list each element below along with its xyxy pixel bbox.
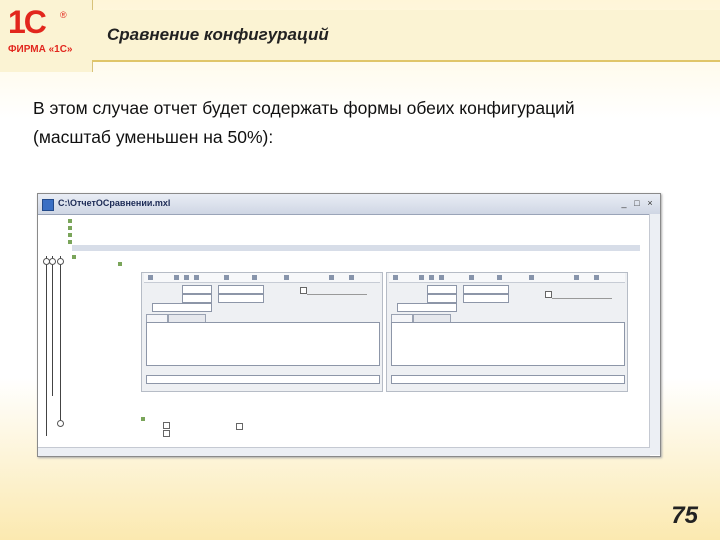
form-checkbox[interactable] xyxy=(236,423,243,430)
body-line-1: В этом случае отчет будет содержать форм… xyxy=(33,98,575,118)
toolbar-icon xyxy=(349,275,354,280)
form-field[interactable] xyxy=(182,294,212,303)
page-number: 75 xyxy=(671,502,698,529)
form-tab[interactable] xyxy=(413,314,451,322)
tree-node-icon[interactable] xyxy=(49,258,56,265)
form-tab[interactable] xyxy=(146,314,168,322)
tree-item[interactable] xyxy=(68,239,108,243)
slide-body-text: В этом случае отчет будет содержать форм… xyxy=(33,94,683,152)
toolbar-icon xyxy=(574,275,579,280)
form-field[interactable] xyxy=(427,294,457,303)
tree-node-icon[interactable] xyxy=(57,420,64,427)
form-checkbox-label xyxy=(307,287,367,295)
form-checkbox[interactable] xyxy=(163,422,170,429)
form-preview-config-1 xyxy=(141,272,383,392)
form-tab[interactable] xyxy=(168,314,206,322)
tree-line xyxy=(60,256,61,424)
tree-item[interactable] xyxy=(68,232,138,236)
toolbar-icon xyxy=(439,275,444,280)
tree-line xyxy=(52,256,53,396)
form-checkbox[interactable] xyxy=(300,287,307,294)
slide-title: Сравнение конфигураций xyxy=(107,25,329,44)
toolbar-icon xyxy=(284,275,289,280)
window-title-bar: C:\ОтчетОСравнении.mxl _ □ × xyxy=(38,194,660,215)
tree-item[interactable] xyxy=(141,416,191,420)
form-checkbox[interactable] xyxy=(545,291,552,298)
group-header-bar xyxy=(72,245,640,251)
tree-item[interactable] xyxy=(68,225,168,229)
toolbar-icon xyxy=(252,275,257,280)
form-field[interactable] xyxy=(397,303,457,312)
form-toolbar xyxy=(144,273,380,283)
toolbar-icon xyxy=(469,275,474,280)
form-preview-config-2 xyxy=(386,272,628,392)
form-footer-field[interactable] xyxy=(146,375,380,384)
form-checkbox-label xyxy=(552,291,612,299)
form-field[interactable] xyxy=(152,303,212,312)
restore-button[interactable]: □ xyxy=(631,197,643,209)
toolbar-icon xyxy=(393,275,398,280)
form-tab[interactable] xyxy=(391,314,413,322)
form-footer-field[interactable] xyxy=(391,375,625,384)
tree-item[interactable] xyxy=(68,218,108,222)
form-field[interactable] xyxy=(463,294,509,303)
window-caption: C:\ОтчетОСравнении.mxl xyxy=(58,198,171,208)
toolbar-icon xyxy=(184,275,189,280)
close-button[interactable]: × xyxy=(644,197,656,209)
logo-registered: ® xyxy=(60,10,67,20)
toolbar-icon xyxy=(174,275,179,280)
body-line-2: (масштаб уменьшен на 50%): xyxy=(33,127,274,147)
form-field[interactable] xyxy=(463,285,509,294)
tree-item[interactable] xyxy=(118,261,198,265)
form-field[interactable] xyxy=(427,285,457,294)
horizontal-scrollbar[interactable] xyxy=(38,447,650,456)
toolbar-icon xyxy=(194,275,199,280)
toolbar-icon xyxy=(529,275,534,280)
toolbar-icon xyxy=(224,275,229,280)
toolbar-icon xyxy=(594,275,599,280)
form-textarea[interactable] xyxy=(146,322,380,366)
form-field[interactable] xyxy=(182,285,212,294)
tree-item[interactable] xyxy=(72,254,132,258)
form-field[interactable] xyxy=(218,285,264,294)
form-textarea[interactable] xyxy=(391,322,625,366)
form-field[interactable] xyxy=(218,294,264,303)
company-logo: 1С ® ФИРМА «1С» xyxy=(0,0,92,72)
logo-text: ФИРМА «1С» xyxy=(8,44,73,55)
document-icon xyxy=(42,199,54,211)
toolbar-icon xyxy=(148,275,153,280)
toolbar-icon xyxy=(329,275,334,280)
logo-mark: 1С xyxy=(8,4,47,40)
toolbar-icon xyxy=(497,275,502,280)
tree-line xyxy=(46,256,47,436)
toolbar-icon xyxy=(429,275,434,280)
form-toolbar xyxy=(389,273,625,283)
toolbar-icon xyxy=(419,275,424,280)
minimize-button[interactable]: _ xyxy=(618,197,630,209)
report-window-screenshot: C:\ОтчетОСравнении.mxl _ □ × xyxy=(37,193,661,457)
vertical-scrollbar[interactable] xyxy=(649,214,660,455)
tree-node-icon[interactable] xyxy=(57,258,64,265)
form-checkbox[interactable] xyxy=(163,430,170,437)
